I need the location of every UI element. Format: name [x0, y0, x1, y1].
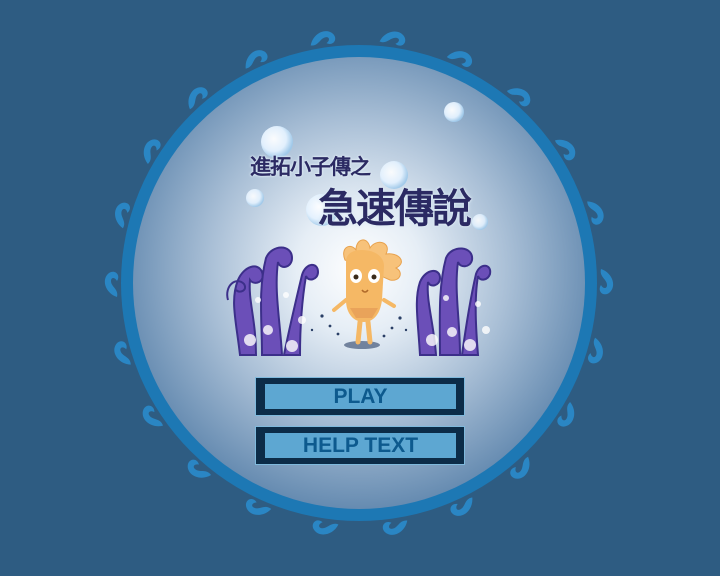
- wave-swirl: [312, 520, 339, 535]
- wave-swirl: [104, 271, 119, 297]
- help-text-button-label: HELP TEXT: [264, 432, 457, 459]
- title-art: [104, 31, 614, 535]
- wave-swirl: [588, 337, 603, 364]
- help-text-button[interactable]: HELP TEXT: [255, 426, 465, 465]
- wave-swirl: [115, 202, 130, 229]
- wave-swirl: [382, 520, 408, 535]
- wave-swirl: [379, 31, 406, 46]
- play-button[interactable]: PLAY: [255, 377, 465, 416]
- play-button-label: PLAY: [264, 383, 457, 410]
- game-title-screen: 進拓小子傳之 急速傳說 PLAY HELP TEXT: [0, 0, 720, 576]
- wave-swirl: [599, 269, 614, 295]
- game-title: 急速傳說: [318, 186, 472, 232]
- wave-swirl: [310, 31, 336, 46]
